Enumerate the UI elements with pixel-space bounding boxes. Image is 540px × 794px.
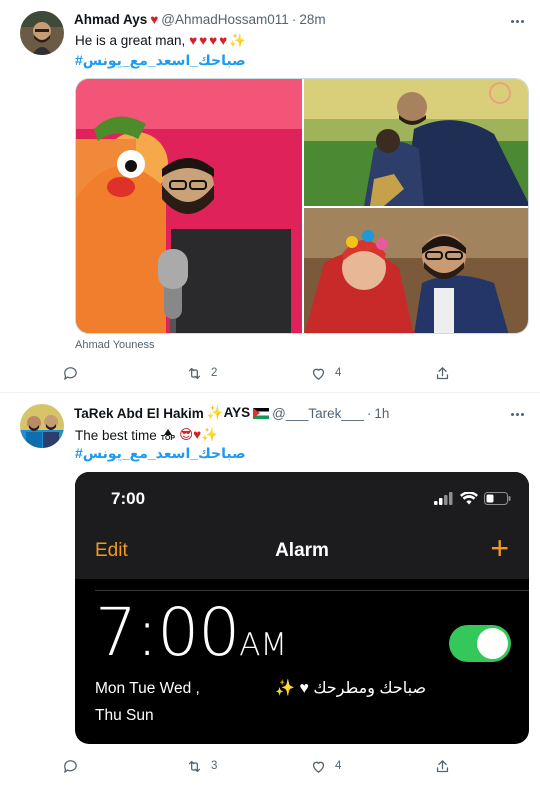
user-handle[interactable]: @AhmadHossam011 bbox=[161, 12, 289, 27]
photo-studio[interactable] bbox=[76, 79, 302, 333]
reply-button[interactable] bbox=[62, 758, 186, 775]
status-time: 7:00 bbox=[111, 489, 146, 508]
retweet-button[interactable]: 3 bbox=[186, 758, 310, 775]
share-icon bbox=[436, 759, 449, 772]
add-alarm-button[interactable]: + bbox=[490, 532, 509, 564]
retweet-count: 2 bbox=[211, 367, 218, 379]
timestamp[interactable]: 28m bbox=[299, 12, 325, 27]
status-icons bbox=[434, 492, 511, 505]
more-options-icon[interactable] bbox=[506, 405, 528, 423]
media-caption: Ahmad Youness bbox=[75, 339, 155, 351]
tweet-text: The best time bbox=[75, 427, 157, 443]
hashtag-link[interactable]: #صباحك_اسعد_مع_يونس bbox=[75, 445, 246, 462]
alarm-time: 7:00AM bbox=[95, 600, 287, 666]
like-count: 4 bbox=[335, 760, 342, 772]
battery-icon bbox=[484, 492, 511, 505]
alarm-days-continued: Thu Sun bbox=[95, 707, 154, 724]
alarm-toggle[interactable] bbox=[449, 625, 511, 662]
signal-icon bbox=[434, 492, 453, 505]
share-icon bbox=[436, 366, 449, 379]
display-name[interactable]: Ahmad Ays bbox=[74, 12, 147, 27]
name-emoji: ✨AYS bbox=[206, 405, 251, 420]
photo-girl[interactable] bbox=[304, 208, 528, 333]
hashtag-link[interactable]: #صباحك_اسعد_مع_يونس bbox=[75, 52, 246, 69]
alarm-days: Mon Tue Wed , bbox=[95, 680, 200, 697]
tweet[interactable]: Ahmad Ays ♥ @AhmadHossam011 · 28m He is … bbox=[0, 0, 540, 393]
like-button[interactable]: 4 bbox=[310, 758, 434, 775]
tweet-actions: 3 4 bbox=[62, 755, 540, 777]
retweet-icon bbox=[188, 760, 201, 772]
alarm-screenshot[interactable]: 7:00 Edit Alarm + 7:00AM Mon Tue Wed , ص… bbox=[75, 472, 529, 744]
avatar[interactable] bbox=[20, 11, 64, 55]
retweet-icon bbox=[188, 367, 201, 379]
heart-outline-icon bbox=[312, 761, 325, 773]
tweet[interactable]: TaRek Abd El Hakim ✨AYS @___Tarek___ · 1… bbox=[0, 393, 540, 794]
user-handle[interactable]: @___Tarek___ bbox=[272, 406, 364, 421]
retweet-button[interactable]: 2 bbox=[186, 365, 310, 382]
tweet-text: He is a great man, bbox=[75, 33, 186, 48]
more-options-icon[interactable] bbox=[506, 12, 528, 30]
alarm-title: Alarm bbox=[275, 540, 329, 561]
wifi-icon bbox=[460, 492, 478, 505]
alarm-label: صباحك ومطرحك ♥ ✨ bbox=[275, 680, 427, 697]
photo-hug[interactable] bbox=[304, 79, 528, 206]
share-button[interactable] bbox=[434, 365, 540, 382]
reply-button[interactable] bbox=[62, 365, 186, 382]
reply-icon bbox=[64, 759, 77, 773]
reply-icon bbox=[64, 366, 77, 380]
like-button[interactable]: 4 bbox=[310, 365, 434, 382]
palestine-flag-icon bbox=[253, 407, 270, 419]
alarm-time-value: 7:00 bbox=[95, 594, 240, 671]
alarm-ampm: AM bbox=[239, 627, 288, 663]
media-grid[interactable] bbox=[75, 78, 529, 334]
separator: · bbox=[291, 12, 297, 27]
separator: · bbox=[366, 405, 372, 421]
display-name[interactable]: TaRek Abd El Hakim bbox=[74, 406, 204, 421]
timestamp[interactable]: 1h bbox=[374, 406, 389, 421]
share-button[interactable] bbox=[434, 758, 540, 775]
toggle-knob bbox=[477, 628, 508, 659]
top-arrow-icon: TOP bbox=[161, 428, 175, 442]
divider bbox=[95, 590, 529, 591]
emoji-sequence: 😎♥✨ bbox=[179, 427, 218, 442]
avatar[interactable] bbox=[20, 404, 64, 448]
heart-icon: ♥ bbox=[150, 12, 159, 27]
hearts-sparkle-emoji: ♥♥♥♥✨ bbox=[189, 33, 248, 48]
heart-outline-icon bbox=[312, 368, 325, 380]
tweet-actions: 2 4 bbox=[62, 362, 540, 384]
like-count: 4 bbox=[335, 367, 342, 379]
retweet-count: 3 bbox=[211, 760, 218, 772]
